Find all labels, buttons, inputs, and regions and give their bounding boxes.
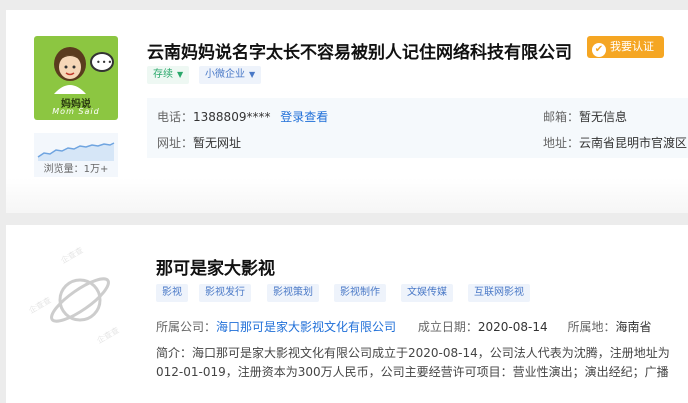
company-type-label: 小微企业	[205, 69, 245, 80]
email-value: 暂无信息	[579, 110, 628, 124]
region-value: 海南省	[615, 320, 652, 334]
company-name[interactable]: 云南妈妈说名字太长不容易被别人记住网络科技有限公司	[147, 38, 572, 63]
tag-item[interactable]: 影视策划	[267, 284, 319, 302]
company-type-tag[interactable]: 小微企业 ▼	[199, 66, 262, 84]
founded-date-value: 2020-08-14	[477, 320, 548, 334]
check-icon: ✔	[592, 43, 606, 57]
parent-company-label: 所属公司：	[156, 320, 217, 334]
brand-meta-row: 所属公司：海口那可是家大影视文化有限公司 成立日期：2020-08-14 所属地…	[156, 318, 651, 335]
email-label: 邮箱：	[543, 110, 580, 124]
speech-bubble-icon: •••	[90, 52, 114, 72]
website-field: 网址：暂无网址	[157, 134, 241, 151]
region-label: 所属地：	[567, 320, 616, 334]
tag-item[interactable]: 文娱传媒	[401, 284, 453, 302]
intro-line: 简介：海口那可是家大影视文化有限公司成立于2020-08-14，公司法人代表为沈…	[156, 346, 670, 360]
status-tag-label: 存续	[153, 69, 173, 80]
website-value: 暂无网址	[193, 136, 242, 150]
phone-field: 电话：1388809**** 登录查看	[157, 108, 328, 125]
tag-item[interactable]: 影视发行	[199, 284, 251, 302]
brand-name[interactable]: 那可是家大影视	[156, 254, 275, 279]
intro-line: 012-01-019，注册资本为300万人民币，公司主要经营许可项目：营业性演出…	[156, 365, 669, 379]
logo-text-en: Mom Said	[52, 107, 100, 116]
card-footer-fade	[6, 178, 688, 213]
email-field: 邮箱：暂无信息	[543, 108, 627, 125]
brand-intro: 简介：海口那可是家大影视文化有限公司成立于2020-08-14，公司法人代表为沈…	[156, 344, 688, 382]
founded-date-label: 成立日期：	[417, 320, 478, 334]
parent-company-link[interactable]: 海口那可是家大影视文化有限公司	[216, 320, 396, 334]
avatar-icon	[54, 47, 86, 94]
chevron-down-icon: ▼	[177, 70, 184, 79]
verify-button[interactable]: ✔ 我要认证	[587, 36, 664, 58]
tag-item[interactable]: 影视	[156, 284, 188, 302]
verify-label: 我要认证	[610, 40, 654, 53]
website-label: 网址：	[157, 136, 194, 150]
planet-placeholder-icon	[50, 277, 110, 323]
sparkline-chart-icon	[37, 142, 115, 161]
views-count: 浏览量：1万+	[43, 164, 109, 175]
chevron-down-icon: ▼	[249, 70, 256, 79]
tag-item[interactable]: 互联网影视	[468, 284, 530, 302]
company-logo[interactable]: ••• 妈妈说 Mom Said	[34, 36, 118, 120]
address-value: 云南省昆明市官渡区	[579, 136, 688, 150]
phone-label: 电话：	[157, 110, 194, 124]
tag-item[interactable]: 影视制作	[334, 284, 386, 302]
status-tag[interactable]: 存续 ▼	[147, 66, 190, 84]
address-label: 地址：	[543, 136, 580, 150]
login-view-link[interactable]: 登录查看	[280, 110, 328, 124]
address-field: 地址：云南省昆明市官渡区	[543, 134, 688, 151]
phone-value: 1388809****	[193, 110, 271, 124]
